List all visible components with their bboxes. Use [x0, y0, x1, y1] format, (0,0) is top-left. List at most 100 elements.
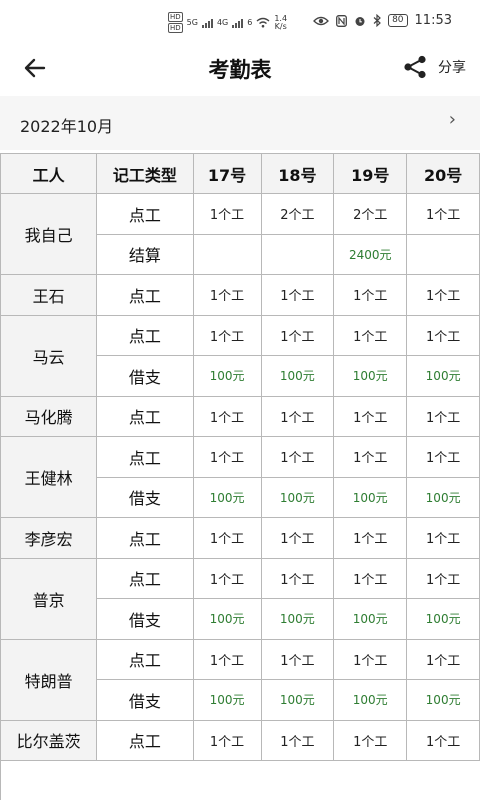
day-cell[interactable]: 100元	[333, 679, 408, 721]
record-type: 点工	[96, 395, 194, 437]
share-icon	[404, 55, 426, 79]
day-cell[interactable]: 100元	[260, 355, 335, 397]
status-left: HD HD 5G 4G 6 1.4 K/s	[168, 12, 287, 33]
status-time: 11:53	[414, 13, 452, 28]
table-header-row: 工人 记工类型 17号 18号 19号 20号	[0, 153, 480, 194]
day-cell[interactable]: 1个工	[406, 436, 480, 478]
day-cell[interactable]	[192, 233, 262, 275]
day-cell[interactable]: 100元	[192, 355, 262, 397]
day-cell[interactable]: 1个工	[192, 314, 262, 356]
record-type: 点工	[96, 193, 194, 235]
record-type: 点工	[96, 719, 194, 761]
day-cell[interactable]: 1个工	[260, 719, 335, 761]
alarm-icon	[355, 16, 365, 26]
worker-name: 李彦宏	[0, 517, 98, 559]
record-type: 点工	[96, 314, 194, 356]
worker-name: 我自己	[0, 193, 98, 275]
day-cell[interactable]: 100元	[406, 355, 480, 397]
day-cell[interactable]: 100元	[192, 598, 262, 640]
day-cell[interactable]: 100元	[260, 598, 335, 640]
day-cell[interactable]: 1个工	[192, 395, 262, 437]
wifi-icon	[256, 17, 270, 28]
header-day-19: 19号	[333, 153, 408, 194]
eye-icon	[313, 16, 329, 25]
day-cell[interactable]: 100元	[260, 476, 335, 518]
day-cell[interactable]: 1个工	[260, 557, 335, 599]
net2-label: 4G	[216, 18, 229, 27]
header-day-20: 20号	[406, 153, 480, 194]
day-cell[interactable]: 2个工	[333, 193, 408, 235]
title-bar: 考勤表 分享	[0, 44, 480, 92]
net-speed-unit: K/s	[274, 21, 287, 31]
table-row: 王石 点工 1个工 1个工 1个工 1个工	[0, 274, 480, 316]
empty-cell	[261, 760, 334, 800]
day-cell[interactable]: 1个工	[260, 274, 335, 316]
worker-name: 王健林	[0, 436, 98, 518]
day-cell[interactable]: 1个工	[260, 436, 335, 478]
table-row: 王健林 点工 1个工 1个工 1个工 1个工	[0, 436, 480, 518]
table-row: 普京 点工 1个工 1个工 1个工 1个工	[0, 557, 480, 640]
day-cell[interactable]: 1个工	[260, 395, 335, 437]
attendance-table-container[interactable]: 工人 记工类型 17号 18号 19号 20号 我自己 点工 1个工 2个工 2…	[0, 153, 480, 800]
day-cell[interactable]: 1个工	[406, 314, 480, 356]
day-cell[interactable]: 2个工	[260, 193, 335, 235]
record-type: 点工	[96, 517, 194, 559]
share-button[interactable]: 分享	[402, 52, 466, 82]
day-cell[interactable]: 2400元	[333, 233, 408, 275]
table-row: 特朗普 点工 1个工 1个工 1个工 1个工	[0, 638, 480, 721]
record-type: 点工	[96, 436, 194, 478]
day-cell[interactable]: 100元	[192, 476, 262, 518]
day-cell[interactable]	[260, 233, 335, 275]
day-cell[interactable]: 1个工	[406, 557, 480, 599]
day-cell[interactable]: 1个工	[260, 517, 335, 559]
next-month-button[interactable]: ›	[449, 109, 456, 130]
day-cell[interactable]: 1个工	[260, 638, 335, 680]
day-cell[interactable]: 1个工	[406, 517, 480, 559]
day-cell[interactable]: 1个工	[406, 274, 480, 316]
day-cell[interactable]: 100元	[333, 598, 408, 640]
day-cell[interactable]: 1个工	[406, 193, 480, 235]
day-cell[interactable]: 1个工	[192, 517, 262, 559]
empty-cell	[0, 760, 97, 800]
day-cell[interactable]: 100元	[192, 679, 262, 721]
day-cell[interactable]: 100元	[333, 355, 408, 397]
day-cell[interactable]: 1个工	[192, 274, 262, 316]
day-cell[interactable]: 1个工	[333, 517, 408, 559]
day-cell[interactable]: 100元	[406, 476, 480, 518]
net1-label: 5G	[186, 18, 198, 27]
day-cell[interactable]: 1个工	[333, 638, 408, 680]
status-bar: HD HD 5G 4G 6 1.4 K/s 80 11:53	[0, 0, 480, 44]
day-cell[interactable]: 1个工	[333, 274, 408, 316]
month-label: 2022年10月	[20, 117, 114, 136]
back-button[interactable]	[20, 54, 50, 82]
net-speed: 1.4 K/s	[274, 14, 287, 31]
day-cell[interactable]: 1个工	[192, 436, 262, 478]
day-cell[interactable]: 1个工	[333, 719, 408, 761]
empty-cell	[96, 760, 194, 800]
record-type: 借支	[96, 355, 194, 397]
day-cell[interactable]: 1个工	[192, 193, 262, 235]
day-cell[interactable]: 1个工	[333, 314, 408, 356]
day-cell[interactable]: 100元	[406, 679, 480, 721]
day-cell[interactable]: 1个工	[192, 557, 262, 599]
day-cell[interactable]	[406, 233, 480, 275]
day-cell[interactable]: 100元	[333, 476, 408, 518]
table-row: 我自己 点工 1个工 2个工 2个工 1个工	[0, 193, 480, 275]
day-cell[interactable]: 1个工	[406, 395, 480, 437]
arrow-left-icon	[24, 58, 46, 78]
day-cell[interactable]: 1个工	[333, 395, 408, 437]
day-cell[interactable]: 100元	[260, 679, 335, 721]
worker-name: 马化腾	[0, 395, 98, 437]
day-cell[interactable]: 1个工	[260, 314, 335, 356]
day-cell[interactable]: 1个工	[406, 719, 480, 761]
day-cell[interactable]: 1个工	[192, 719, 262, 761]
day-cell[interactable]: 1个工	[333, 436, 408, 478]
header-day-17: 17号	[192, 153, 262, 194]
day-cell[interactable]: 1个工	[333, 557, 408, 599]
day-cell[interactable]: 100元	[406, 598, 480, 640]
day-cell[interactable]: 1个工	[406, 638, 480, 680]
day-cell[interactable]: 1个工	[192, 638, 262, 680]
record-type: 结算	[96, 233, 194, 275]
empty-cell	[193, 760, 261, 800]
signal1-icon	[201, 18, 213, 28]
